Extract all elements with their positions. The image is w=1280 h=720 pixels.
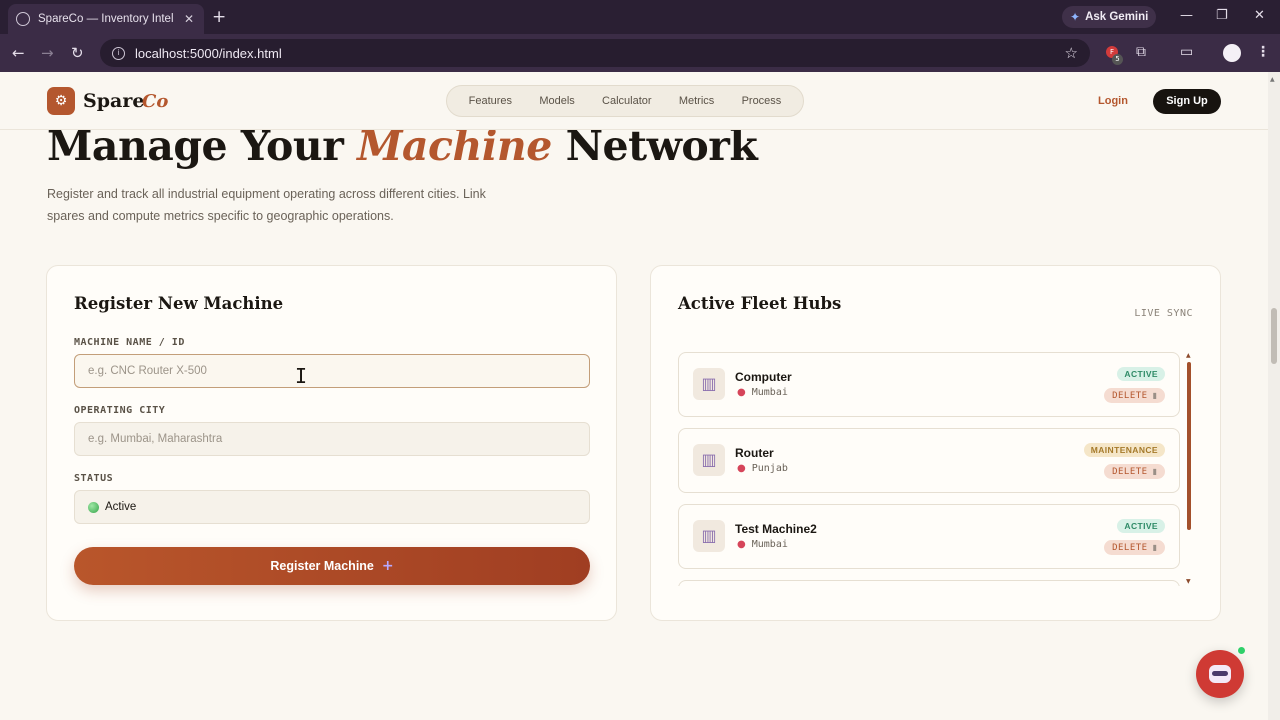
ask-gemini-button[interactable]: ✦ Ask Gemini [1062, 6, 1157, 28]
signup-button[interactable]: Sign Up [1153, 89, 1221, 114]
factory-icon: ▥ [693, 368, 725, 400]
bookmark-star-icon[interactable]: ☆ [1065, 44, 1078, 62]
delete-button[interactable]: DELETE ▮ [1104, 388, 1165, 403]
hub-city: Punjab [751, 463, 788, 474]
hub-name: Computer [735, 370, 792, 384]
trash-icon: ▮ [1152, 391, 1157, 400]
robot-icon [1209, 665, 1231, 683]
status-badge: ACTIVE [1117, 519, 1165, 533]
url-field[interactable]: i localhost:5000/index.html ☆ [100, 39, 1090, 67]
delete-button[interactable]: DELETE ▮ [1104, 540, 1165, 555]
page-scrollbar[interactable]: ▲ [1268, 72, 1280, 720]
register-card-title: Register New Machine [74, 294, 284, 313]
hub-city: Mumbai [751, 387, 788, 398]
online-indicator [1237, 646, 1246, 655]
delete-label: DELETE [1112, 466, 1148, 477]
pin-icon: ● [737, 539, 746, 550]
factory-icon: ▥ [693, 520, 725, 552]
tab-title: SpareCo — Inventory Intelligen [38, 13, 174, 25]
address-bar: ← → ↻ i localhost:5000/index.html ☆ ⧉ ▭ [0, 34, 1280, 72]
hub-item: ▥ Router ● Punjab MAINTENANCE DELETE ▮ [678, 428, 1180, 493]
hub-item: ▥ Computer ● Mumbai ACTIVE DELETE ▮ [678, 352, 1180, 417]
logo-accent[interactable]: Co [142, 91, 168, 112]
extension-count-badge: 5 [1112, 54, 1123, 65]
reload-icon[interactable]: ↻ [71, 44, 84, 62]
factory-icon: ▥ [693, 444, 725, 476]
register-button-label: Register Machine [270, 559, 374, 573]
status-value: Active [105, 501, 137, 513]
gemini-sparkle-icon: ✦ [1070, 10, 1081, 24]
machine-name-input[interactable] [74, 354, 590, 388]
nav-process[interactable]: Process [742, 95, 782, 107]
status-badge: MAINTENANCE [1083, 443, 1165, 457]
window-close-icon[interactable]: ✕ [1254, 8, 1265, 23]
trash-icon: ▮ [1152, 543, 1157, 552]
register-machine-button[interactable]: Register Machine + [74, 547, 590, 585]
extensions-icon[interactable]: ⧉ [1136, 44, 1146, 60]
login-link[interactable]: Login [1098, 95, 1128, 107]
fleet-hubs-card: Active Fleet Hubs LIVE SYNC ▥ Computer ●… [650, 265, 1221, 621]
site-info-icon[interactable]: i [112, 46, 125, 60]
scroll-thumb[interactable] [1187, 362, 1191, 530]
text-cursor-icon: I [295, 364, 308, 388]
status-select[interactable]: Active [74, 490, 590, 524]
scroll-up-icon[interactable]: ▲ [1186, 352, 1191, 359]
hub-location: ● Punjab [737, 463, 788, 474]
page-viewport: ⚙ Spare Co Features Models Calculator Me… [0, 72, 1268, 720]
new-tab-button[interactable]: + [212, 8, 226, 26]
forward-icon[interactable]: → [41, 44, 54, 62]
page-description: Register and track all industrial equipm… [47, 187, 486, 223]
site-header: ⚙ Spare Co Features Models Calculator Me… [0, 72, 1268, 130]
nav-models[interactable]: Models [539, 95, 574, 107]
cast-icon[interactable]: ▭ [1180, 44, 1193, 60]
pin-icon: ● [737, 387, 746, 398]
plus-icon: + [381, 558, 394, 574]
main-nav: Features Models Calculator Metrics Proce… [446, 85, 804, 117]
hub-location: ● Mumbai [737, 387, 788, 398]
hub-city: Mumbai [751, 539, 788, 550]
hub-list[interactable]: ▥ Computer ● Mumbai ACTIVE DELETE ▮ ▥ Ro… [678, 352, 1180, 586]
profile-avatar[interactable] [1223, 44, 1241, 62]
gear-icon[interactable]: ⚙ [47, 87, 75, 115]
pin-icon: ● [737, 463, 746, 474]
nav-calculator[interactable]: Calculator [602, 95, 652, 107]
hub-item-partial [678, 580, 1180, 586]
status-badge: ACTIVE [1117, 367, 1165, 381]
chat-bot-button[interactable] [1196, 650, 1244, 698]
hub-item: ▥ Test Machine2 ● Mumbai ACTIVE DELETE ▮ [678, 504, 1180, 569]
delete-label: DELETE [1112, 542, 1148, 553]
browser-menu-icon[interactable]: ⋮ [1256, 44, 1270, 60]
nav-features[interactable]: Features [469, 95, 512, 107]
hub-list-scrollbar[interactable]: ▲ ▼ [1186, 352, 1192, 586]
register-machine-card: Register New Machine MACHINE NAME / ID I… [46, 265, 617, 621]
hub-name: Test Machine2 [735, 522, 817, 536]
browser-tab-bar: SpareCo — Inventory Intelligen ✕ + ✦ Ask… [0, 0, 1280, 34]
ask-gemini-label: Ask Gemini [1085, 11, 1149, 23]
minimize-icon[interactable]: — [1180, 8, 1193, 23]
status-label: STATUS [74, 473, 114, 484]
machine-name-label: MACHINE NAME / ID [74, 337, 185, 348]
delete-label: DELETE [1112, 390, 1148, 401]
url-text: localhost:5000/index.html [135, 45, 282, 61]
fleet-card-title: Active Fleet Hubs [678, 294, 842, 313]
back-icon[interactable]: ← [12, 44, 25, 62]
hub-location: ● Mumbai [737, 539, 788, 550]
delete-button[interactable]: DELETE ▮ [1104, 464, 1165, 479]
page-scroll-thumb[interactable] [1271, 308, 1277, 364]
operating-city-input[interactable] [74, 422, 590, 456]
browser-tab[interactable]: SpareCo — Inventory Intelligen ✕ [8, 4, 204, 34]
status-dot-icon [88, 501, 99, 513]
restore-icon[interactable]: ❐ [1216, 8, 1228, 23]
hub-name: Router [735, 446, 774, 460]
trash-icon: ▮ [1152, 467, 1157, 476]
live-sync-label: LIVE SYNC [1134, 308, 1193, 319]
nav-metrics[interactable]: Metrics [679, 95, 714, 107]
operating-city-label: OPERATING CITY [74, 405, 166, 416]
globe-icon [16, 12, 30, 26]
page-scroll-up-icon[interactable]: ▲ [1270, 76, 1275, 83]
logo-word[interactable]: Spare [83, 90, 144, 112]
scroll-down-icon[interactable]: ▼ [1186, 578, 1191, 585]
tab-close-icon[interactable]: ✕ [182, 12, 196, 26]
